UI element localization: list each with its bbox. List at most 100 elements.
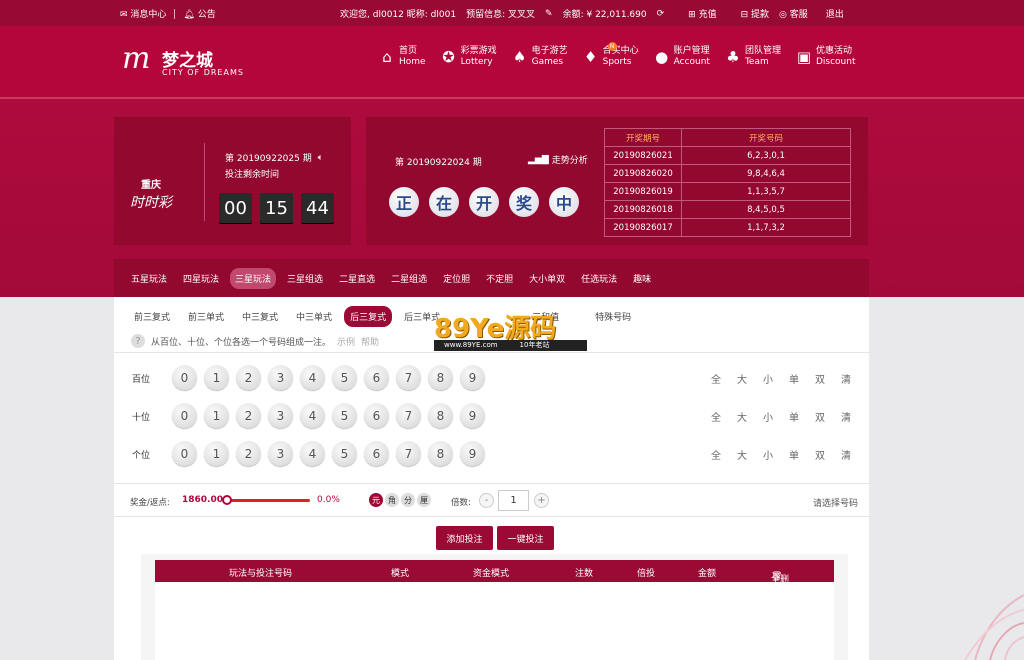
question-icon: ?: [131, 334, 145, 348]
quick-all-button[interactable]: 全: [711, 409, 721, 424]
digit-ball[interactable]: 6: [364, 365, 389, 390]
tab-position[interactable]: 定位胆: [438, 268, 475, 289]
digit-ball[interactable]: 1: [204, 403, 229, 428]
tab-two-star-direct[interactable]: 二星直选: [334, 268, 380, 289]
digit-ball[interactable]: 6: [364, 441, 389, 466]
quick-big-button[interactable]: 大: [737, 409, 747, 424]
quick-even-button[interactable]: 双: [815, 447, 825, 462]
play-type-tab-active[interactable]: 后三复式: [344, 306, 393, 327]
digit-ball[interactable]: 9: [460, 403, 485, 428]
one-click-bet-button[interactable]: 一键投注: [497, 526, 554, 550]
digit-ball[interactable]: 4: [300, 365, 325, 390]
digit-ball[interactable]: 1: [204, 365, 229, 390]
quick-clear-button[interactable]: 清: [841, 371, 851, 386]
service-link[interactable]: ◎ 客服: [779, 7, 808, 20]
digit-ball[interactable]: 7: [396, 403, 421, 428]
quick-even-button[interactable]: 双: [815, 409, 825, 424]
logout-link[interactable]: 退出: [826, 7, 844, 20]
quick-all-button[interactable]: 全: [711, 371, 721, 386]
notice-label: 公告: [197, 10, 216, 20]
quick-clear-button[interactable]: 清: [841, 409, 851, 424]
nav-sports[interactable]: ♦ N 合买中心 Sports: [582, 42, 639, 68]
quick-odd-button[interactable]: 单: [789, 371, 799, 386]
message-center-link[interactable]: ✉ 消息中心: [120, 7, 166, 20]
digit-ball[interactable]: 8: [428, 403, 453, 428]
nav-games[interactable]: ♠ 电子游艺 Games: [511, 46, 568, 68]
tab-three-star-group[interactable]: 三星组选: [282, 268, 328, 289]
refresh-icon[interactable]: ⟳: [657, 9, 665, 19]
help-link[interactable]: 帮助: [361, 335, 379, 348]
digit-ball[interactable]: 4: [300, 403, 325, 428]
digit-ball[interactable]: 7: [396, 441, 421, 466]
nav-home[interactable]: ⌂ 首页 Home: [378, 46, 425, 68]
multiple-input[interactable]: 1: [498, 490, 529, 511]
digit-ball[interactable]: 3: [268, 403, 293, 428]
play-type-tab[interactable]: 特殊号码: [589, 306, 637, 327]
tab-unfixed[interactable]: 不定胆: [481, 268, 518, 289]
tab-fun[interactable]: 趣味: [628, 268, 656, 289]
recharge-link[interactable]: ⊞ 充值: [688, 7, 716, 20]
quick-odd-button[interactable]: 单: [789, 409, 799, 424]
quick-small-button[interactable]: 小: [763, 371, 773, 386]
unit-yuan[interactable]: 元: [369, 493, 383, 507]
digit-ball[interactable]: 0: [172, 441, 197, 466]
digit-ball[interactable]: 9: [460, 441, 485, 466]
digit-ball[interactable]: 5: [332, 365, 357, 390]
tab-four-star[interactable]: 四星玩法: [178, 268, 224, 289]
chart-icon: ▂▅▇: [528, 154, 549, 165]
nav-team[interactable]: ♣ 团队管理 Team: [724, 46, 781, 68]
sound-icon[interactable]: 🔈︎: [318, 153, 323, 163]
play-type-tab[interactable]: 前三复式: [128, 306, 176, 327]
quick-small-button[interactable]: 小: [763, 409, 773, 424]
nav-discount[interactable]: ▣ 优惠活动 Discount: [795, 46, 856, 68]
edit-icon[interactable]: ✎: [545, 9, 553, 19]
play-type-tab[interactable]: 中三单式: [290, 306, 338, 327]
play-type-tab[interactable]: 中三复式: [236, 306, 284, 327]
digit-ball[interactable]: 8: [428, 365, 453, 390]
play-type-tab[interactable]: 前三单式: [182, 306, 230, 327]
digit-ball[interactable]: 3: [268, 365, 293, 390]
withdraw-link[interactable]: ⊟ 提款: [741, 7, 769, 20]
nav-label-en: Discount: [815, 57, 856, 67]
multiple-minus-button[interactable]: -: [479, 493, 494, 508]
trend-link[interactable]: ▂▅▇ 走势分析: [528, 153, 588, 167]
tab-five-star[interactable]: 五星玩法: [126, 268, 172, 289]
example-link[interactable]: 示例: [337, 335, 355, 348]
nickname-label: 昵称:: [406, 10, 428, 20]
quick-big-button[interactable]: 大: [737, 447, 747, 462]
digit-ball[interactable]: 5: [332, 403, 357, 428]
digit-ball[interactable]: 5: [332, 441, 357, 466]
digit-ball[interactable]: 2: [236, 441, 261, 466]
notice-link[interactable]: 🔔︎ 公告: [183, 7, 215, 20]
tab-big-small[interactable]: 大小单双: [524, 268, 570, 289]
digit-ball[interactable]: 7: [396, 365, 421, 390]
tab-two-star-group[interactable]: 二星组选: [386, 268, 432, 289]
quick-big-button[interactable]: 大: [737, 371, 747, 386]
digit-ball[interactable]: 4: [300, 441, 325, 466]
digit-ball[interactable]: 2: [236, 365, 261, 390]
digit-ball[interactable]: 0: [172, 365, 197, 390]
quick-clear-button[interactable]: 清: [841, 447, 851, 462]
unit-jiao[interactable]: 角: [385, 493, 399, 507]
nav-lottery[interactable]: ✪ 彩票游戏 Lottery: [440, 46, 496, 68]
tab-optional[interactable]: 任选玩法: [576, 268, 622, 289]
digit-ball[interactable]: 3: [268, 441, 293, 466]
unit-fen[interactable]: 分: [401, 493, 415, 507]
quick-odd-button[interactable]: 单: [789, 447, 799, 462]
digit-ball[interactable]: 9: [460, 365, 485, 390]
add-bet-button[interactable]: 添加投注: [436, 526, 493, 550]
quick-all-button[interactable]: 全: [711, 447, 721, 462]
tab-three-star[interactable]: 三星玩法: [230, 267, 277, 289]
rebate-slider-handle[interactable]: [222, 495, 232, 505]
digit-ball[interactable]: 0: [172, 403, 197, 428]
quick-small-button[interactable]: 小: [763, 447, 773, 462]
digit-ball[interactable]: 8: [428, 441, 453, 466]
quick-even-button[interactable]: 双: [815, 371, 825, 386]
digit-ball[interactable]: 1: [204, 441, 229, 466]
multiple-plus-button[interactable]: +: [534, 493, 549, 508]
digit-ball[interactable]: 2: [236, 403, 261, 428]
rebate-slider-track[interactable]: [226, 499, 310, 502]
digit-ball[interactable]: 6: [364, 403, 389, 428]
unit-li[interactable]: 厘: [417, 493, 431, 507]
nav-account[interactable]: ● 账户管理 Account: [653, 46, 710, 68]
